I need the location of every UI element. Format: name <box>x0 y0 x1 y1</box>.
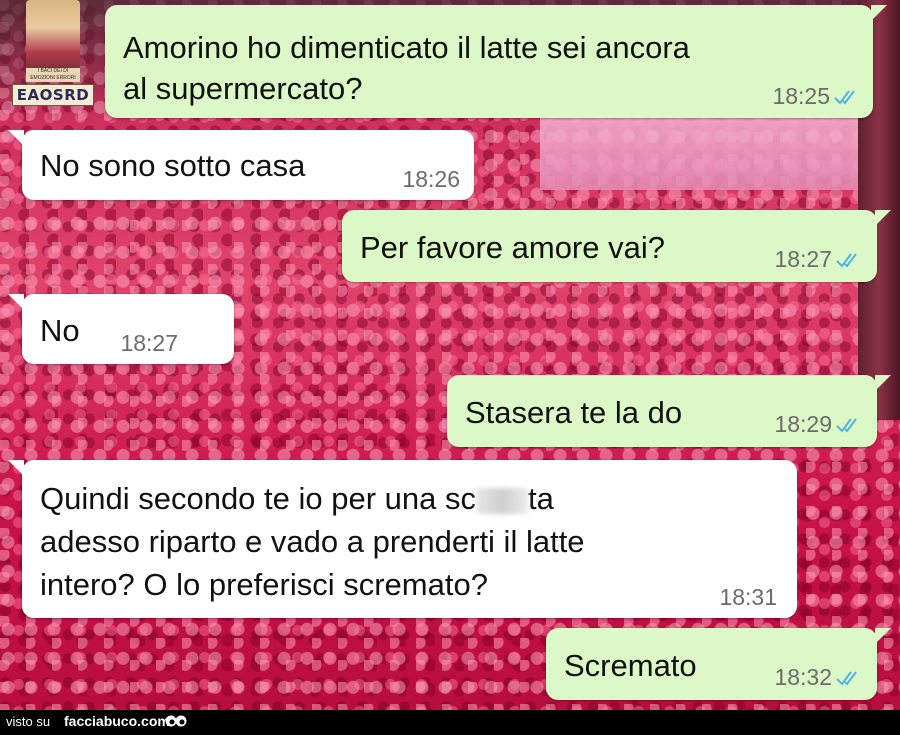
message-bubble-incoming[interactable]: No 18:27 <box>8 294 234 364</box>
message-text: Amorino ho dimenticato il latte sei anco… <box>123 30 690 65</box>
message-meta: 18:32 <box>774 664 863 691</box>
message-meta: 18:25 <box>772 83 861 110</box>
message-time: 18:31 <box>719 584 777 610</box>
message-text: Stasera te la do <box>465 395 683 430</box>
message-bubble-incoming[interactable]: No sono sotto casa 18:26 <box>8 130 474 200</box>
message-text: No <box>40 313 80 348</box>
message-bubble-outgoing[interactable]: Per favore amore vai? 18:27 <box>342 210 891 282</box>
censored-word-blur <box>476 487 528 514</box>
message-text-line: Quindi secondo te io per una sc ta <box>40 478 554 519</box>
message-meta: 18:29 <box>774 411 863 438</box>
message-time: 18:26 <box>402 166 460 192</box>
double-check-icon <box>836 252 857 268</box>
message-meta: 18:27 <box>774 246 863 273</box>
message-meta: 18:27 <box>120 330 178 357</box>
message-bubble-outgoing[interactable]: Scremato 18:32 <box>546 628 891 700</box>
message-time: 18:27 <box>120 330 178 356</box>
message-text: adesso riparto e vado a prenderti il lat… <box>40 524 585 559</box>
message-time: 18:29 <box>774 411 832 437</box>
message-time: 18:32 <box>774 664 832 690</box>
logo-label: EAOSRD <box>12 84 94 106</box>
wallpaper-house <box>540 110 870 190</box>
message-text: intero? O lo preferisci scremato? <box>40 567 488 602</box>
footer-visto-su: visto su <box>6 714 51 729</box>
message-text: al supermercato? <box>123 71 363 106</box>
watermark-logo: I BACI DEI DI EMOZIONI ERRORI EAOSRD <box>12 0 94 106</box>
site-footer-bar: visto su facciabuco.com <box>0 710 900 735</box>
message-bubble-incoming[interactable]: Quindi secondo te io per una sc ta adesso… <box>8 460 797 618</box>
message-meta: 18:26 <box>402 166 460 193</box>
message-meta: 18:31 <box>719 584 777 611</box>
message-bubble-outgoing[interactable]: Stasera te la do 18:29 <box>447 375 891 447</box>
message-text: Per favore amore vai? <box>360 230 665 265</box>
double-check-icon <box>836 417 857 433</box>
logo-caption: I BACI DEI DI EMOZIONI ERRORI <box>26 68 80 82</box>
message-time: 18:27 <box>774 246 832 272</box>
message-time: 18:25 <box>772 83 830 109</box>
message-text: Scremato <box>564 648 697 683</box>
message-text: Quindi secondo te io per una sc <box>40 481 476 516</box>
eyes-icon <box>165 715 187 727</box>
double-check-icon <box>836 670 857 686</box>
message-bubble-outgoing[interactable]: Amorino ho dimenticato il latte sei anco… <box>105 5 887 118</box>
message-text: No sono sotto casa <box>40 148 306 183</box>
message-text: ta <box>528 481 554 516</box>
double-check-icon <box>834 89 855 105</box>
logo-photo <box>26 0 80 70</box>
footer-site-link[interactable]: facciabuco.com <box>64 713 170 729</box>
